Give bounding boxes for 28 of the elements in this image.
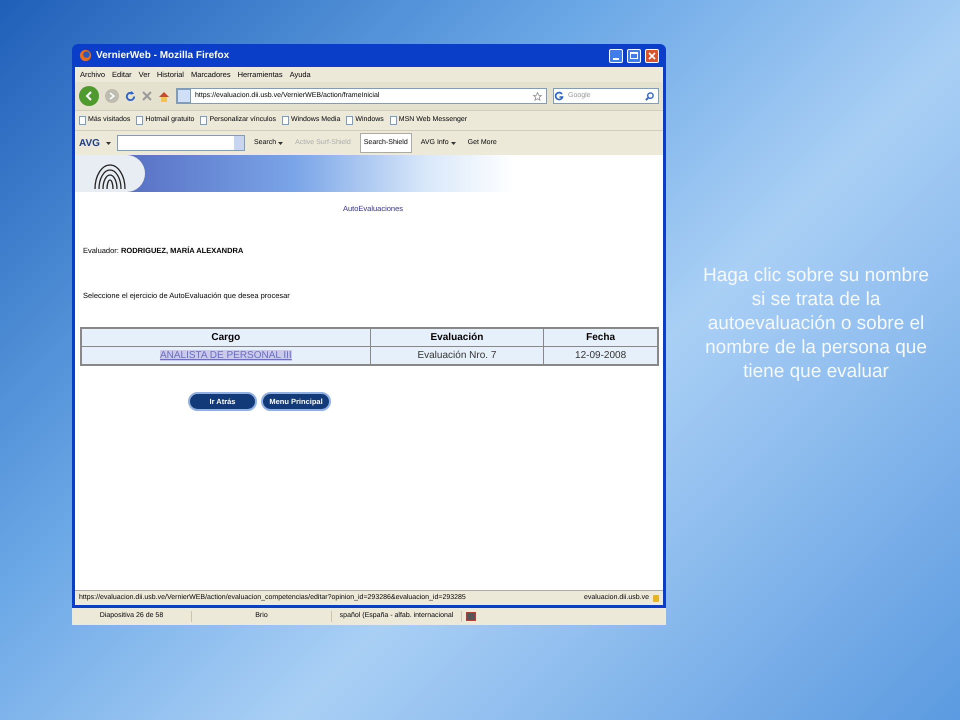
page-icon <box>136 116 144 125</box>
page-icon <box>282 116 289 125</box>
back-button[interactable] <box>79 86 99 106</box>
column-header: Evaluación <box>370 328 544 346</box>
page-icon <box>79 116 86 125</box>
caret-icon[interactable] <box>106 142 111 144</box>
page-icon <box>390 116 397 125</box>
star-icon[interactable] <box>533 92 542 100</box>
home-icon[interactable] <box>158 90 170 102</box>
caret-icon <box>278 142 284 144</box>
page-icon <box>200 116 208 125</box>
window-title: VernierWeb - Mozilla Firefox <box>96 49 230 63</box>
search-icon[interactable] <box>645 92 654 100</box>
lock-icon <box>653 594 659 602</box>
firefox-icon <box>79 49 92 62</box>
slide-caption: Haga clic sobre su nombre si se trata de la autoevaluación o sobre el nombre de la persona que tiene que evaluar <box>702 264 930 384</box>
avg-search-field[interactable] <box>116 135 245 151</box>
search-engine-icon[interactable] <box>554 91 564 101</box>
reload-icon[interactable] <box>125 90 136 102</box>
close-button[interactable] <box>645 48 659 62</box>
minimize-button[interactable] <box>609 48 623 62</box>
caret-icon <box>450 142 456 144</box>
page-icon <box>346 116 354 125</box>
maximize-button[interactable] <box>627 48 641 62</box>
close-icon <box>648 52 656 60</box>
page-icon <box>177 89 191 103</box>
column-header: Cargo <box>81 328 370 346</box>
avg-logo: AVG <box>79 136 100 150</box>
